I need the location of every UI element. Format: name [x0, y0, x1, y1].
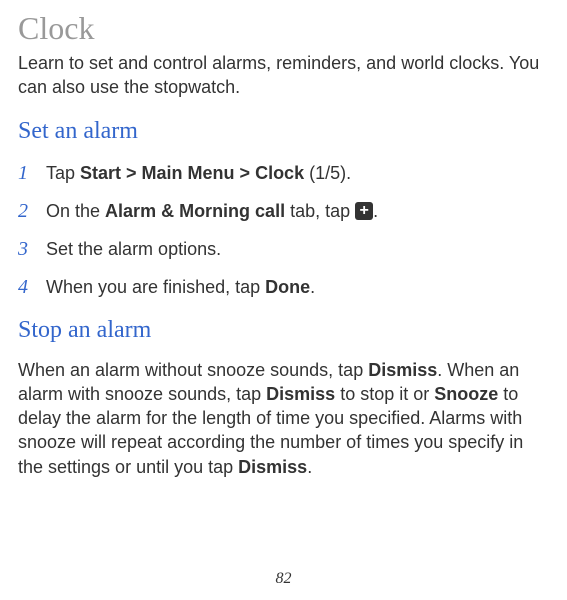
text-fragment: . — [310, 277, 315, 297]
step-text: Tap Start > Main Menu > Clock (1/5). — [46, 161, 549, 186]
plus-icon — [355, 202, 373, 220]
step-text: Set the alarm options. — [46, 237, 549, 262]
text-fragment: When an alarm without snooze sounds, tap — [18, 360, 368, 380]
step-text: On the Alarm & Morning call tab, tap . — [46, 199, 549, 224]
step-number: 3 — [18, 235, 36, 263]
step-number: 4 — [18, 273, 36, 301]
step-item: 2 On the Alarm & Morning call tab, tap . — [18, 197, 549, 225]
step-item: 3 Set the alarm options. — [18, 235, 549, 263]
section-heading-stop-alarm: Stop an alarm — [18, 317, 549, 344]
text-fragment: tab, tap — [285, 201, 355, 221]
bold-text: Alarm & Morning call — [105, 201, 285, 221]
step-item: 1 Tap Start > Main Menu > Clock (1/5). — [18, 159, 549, 187]
step-item: 4 When you are finished, tap Done. — [18, 273, 549, 301]
step-list-set-alarm: 1 Tap Start > Main Menu > Clock (1/5). 2… — [18, 159, 549, 301]
page-title: Clock — [18, 10, 549, 47]
bold-text: Dismiss — [368, 360, 437, 380]
text-fragment: (1/5). — [304, 163, 351, 183]
text-fragment: When you are finished, tap — [46, 277, 265, 297]
step-number: 2 — [18, 197, 36, 225]
page-number: 82 — [276, 570, 292, 588]
bold-text: Done — [265, 277, 310, 297]
bold-text: Dismiss — [266, 384, 335, 404]
section-heading-set-alarm: Set an alarm — [18, 118, 549, 145]
text-fragment: Tap — [46, 163, 80, 183]
step-number: 1 — [18, 159, 36, 187]
bold-text: Start > Main Menu > Clock — [80, 163, 304, 183]
step-text: When you are finished, tap Done. — [46, 275, 549, 300]
text-fragment: . — [373, 201, 378, 221]
text-fragment: to stop it or — [335, 384, 434, 404]
bold-text: Snooze — [434, 384, 498, 404]
text-fragment: On the — [46, 201, 105, 221]
body-paragraph: When an alarm without snooze sounds, tap… — [18, 358, 549, 479]
bold-text: Dismiss — [238, 457, 307, 477]
text-fragment: . — [307, 457, 312, 477]
intro-paragraph: Learn to set and control alarms, reminde… — [18, 51, 549, 100]
